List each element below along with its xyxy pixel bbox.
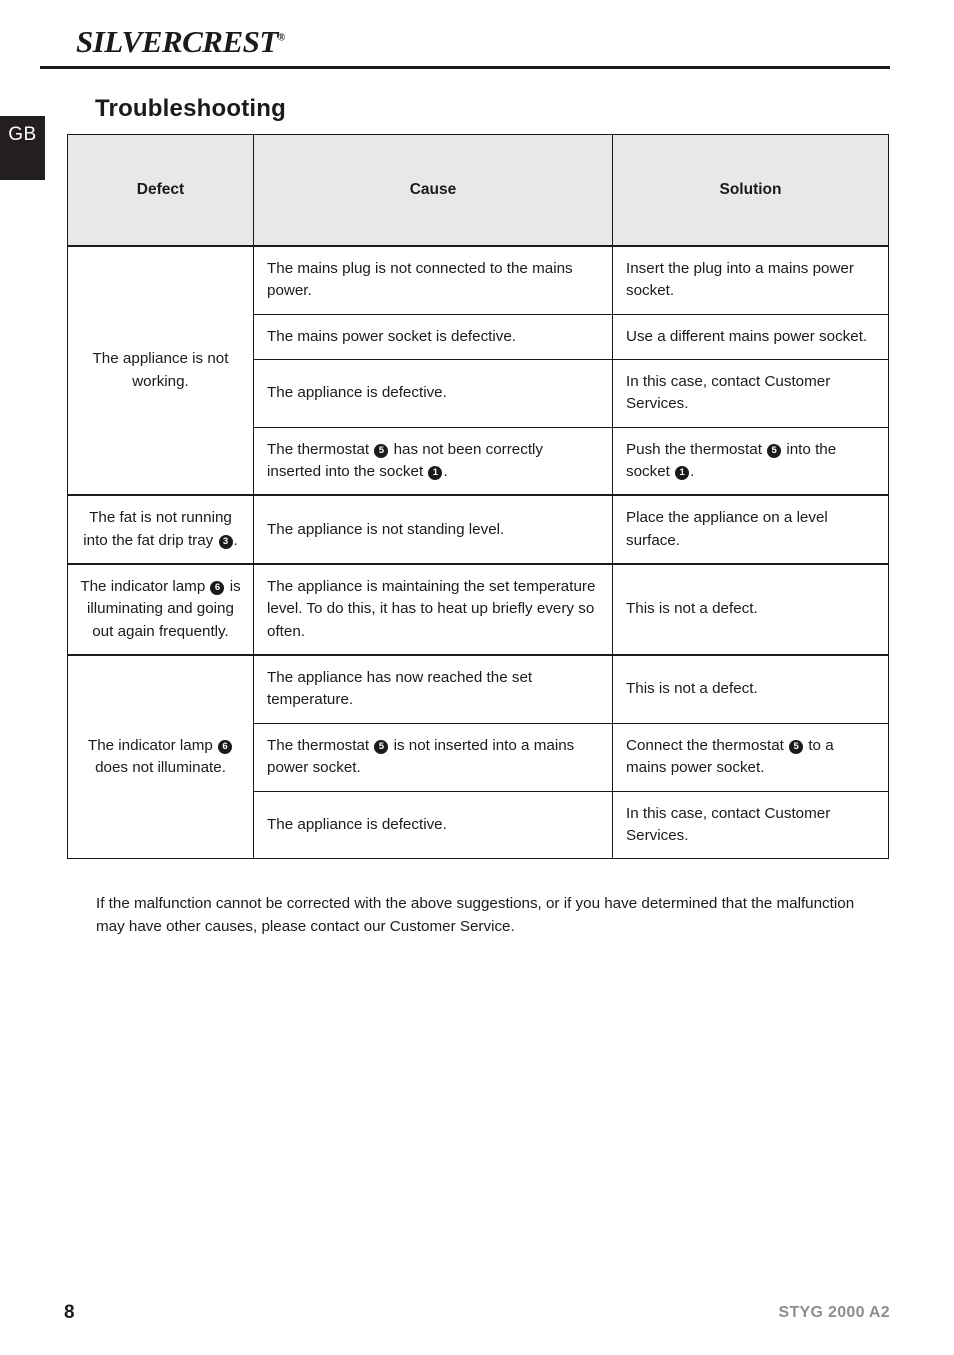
part-marker-5: 5 [374, 739, 389, 754]
language-tab-gb: GB [0, 116, 45, 180]
defect-cell: The indicator lamp 6 does not illuminate… [67, 654, 254, 860]
cause-cell: The mains plug is not connected to the m… [253, 244, 613, 315]
table-body: The appliance is not working. The mains p… [67, 244, 889, 860]
solution-cell: Insert the plug into a mains power socke… [612, 244, 889, 315]
footer-page-number: 8 [64, 1302, 75, 1323]
cause-cell: The appliance has now reached the set te… [253, 654, 613, 724]
silvercrest-logo: SILVERCREST® [76, 24, 285, 60]
column-header-defect: Defect [67, 134, 254, 247]
defect-cell: The indicator lamp 6 is illuminating and… [67, 563, 254, 656]
part-marker-1: 1 [675, 466, 690, 481]
table-row: The indicator lamp 6 is illuminating and… [67, 563, 889, 656]
page-title: Troubleshooting [95, 95, 286, 122]
cause-cell: The thermostat 5 is not inserted into a … [253, 722, 613, 792]
solution-cell: This is not a defect. [612, 654, 889, 724]
table-row: The fat is not running into the fat drip… [67, 494, 889, 565]
table-row: The appliance is not working. The mains p… [67, 244, 889, 496]
column-header-cause: Cause [253, 134, 613, 247]
cause-cell: The appliance is not standing level. [253, 494, 613, 565]
language-tab-label: GB [8, 124, 37, 145]
solution-cell: This is not a defect. [612, 563, 889, 656]
cause-cell: The appliance is maintaining the set tem… [253, 563, 613, 656]
solution-cell: Use a different mains power socket. [612, 313, 889, 361]
logo-text-crest: CREST [182, 24, 278, 59]
solution-cell: Place the appliance on a level surface. [612, 494, 889, 565]
solution-cell: Push the thermostat 5 into the socket 1. [612, 426, 889, 496]
defect-cell: The appliance is not working. [67, 244, 254, 496]
cause-cell: The appliance is defective. [253, 790, 613, 860]
table-row: The indicator lamp 6 does not illuminate… [67, 654, 889, 860]
solution-cell: In this case, contact Customer Services. [612, 359, 889, 428]
footer-model-number: STYG 2000 A2 [778, 1304, 890, 1321]
registered-trademark-icon: ® [277, 32, 286, 44]
part-marker-3: 3 [218, 534, 233, 549]
part-marker-1: 1 [428, 466, 443, 481]
troubleshooting-note: If the malfunction cannot be corrected w… [96, 895, 855, 936]
table-header: Defect Cause Solution [67, 134, 889, 247]
table-header-row: Defect Cause Solution [67, 134, 889, 247]
part-marker-5: 5 [374, 443, 389, 458]
column-header-solution: Solution [612, 134, 889, 247]
solution-cell: In this case, contact Customer Services. [612, 790, 889, 860]
header-divider [40, 66, 890, 69]
cause-cell: The mains power socket is defective. [253, 313, 613, 361]
defect-cell: The fat is not running into the fat drip… [67, 494, 254, 565]
part-marker-5: 5 [789, 739, 804, 754]
cause-cell: The thermostat 5 has not been correctly … [253, 426, 613, 496]
part-marker-6: 6 [218, 739, 233, 754]
cause-cell: The appliance is defective. [253, 359, 613, 428]
solution-cell: Connect the thermostat 5 to a mains powe… [612, 722, 889, 792]
logo-text-silver: SILVER [76, 24, 183, 59]
part-marker-6: 6 [210, 581, 225, 596]
part-marker-5: 5 [767, 443, 782, 458]
troubleshooting-table: Defect Cause Solution The appliance is n… [67, 134, 889, 860]
